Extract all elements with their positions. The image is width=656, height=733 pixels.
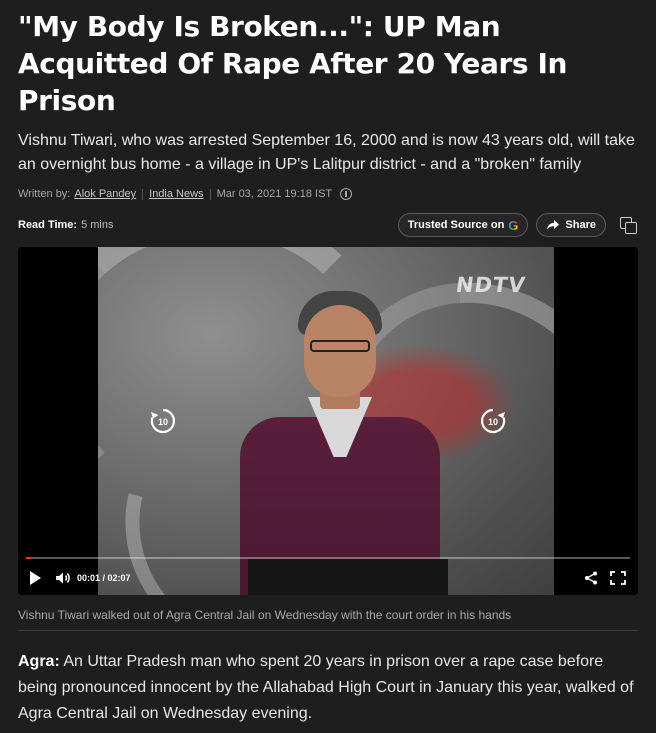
share-icon	[547, 220, 560, 230]
author-link[interactable]: Alok Pandey	[74, 188, 136, 200]
article-meta: Written by: Alok Pandey India News Mar 0…	[18, 186, 638, 202]
play-icon[interactable]	[30, 571, 41, 585]
volume-icon[interactable]	[55, 571, 71, 585]
video-time: 00:01 / 02:07	[77, 573, 131, 583]
dateline: Agra:	[18, 653, 60, 670]
skip-back-icon[interactable]: 10	[149, 407, 177, 435]
article-headline: "My Body Is Broken...": UP Man Acquitted…	[18, 10, 568, 117]
video-progress-bar[interactable]	[26, 557, 630, 559]
video-player[interactable]: NDTV 10 10 00:01 / 02:07	[18, 247, 638, 595]
channel-logo: NDTV	[454, 273, 528, 297]
publish-date: Mar 03, 2021 19:18 IST	[216, 188, 333, 200]
google-icon: G	[508, 217, 519, 233]
meta-divider	[209, 188, 211, 200]
article-page: "My Body Is Broken...": UP Man Acquitted…	[0, 0, 656, 733]
article-summary: Vishnu Tiwari, who was arrested Septembe…	[18, 132, 635, 173]
video-progress-fill	[26, 557, 31, 559]
meta-divider	[142, 188, 144, 200]
article-body-paragraph: Agra: An Uttar Pradesh man who spent 20 …	[18, 649, 638, 727]
written-by-label: Written by:	[18, 188, 71, 200]
video-caption: Vishnu Tiwari walked out of Agra Central…	[18, 608, 638, 631]
copy-link-icon[interactable]	[618, 215, 638, 235]
video-controls: 00:01 / 02:07	[18, 561, 638, 595]
share-video-icon[interactable]	[584, 571, 598, 585]
paragraph-text: An Uttar Pradesh man who spent 20 years …	[18, 653, 634, 722]
trusted-source-label: Trusted Source on	[407, 219, 505, 231]
fullscreen-icon[interactable]	[610, 571, 626, 585]
video-controls-right	[584, 571, 626, 585]
skip-forward-icon[interactable]: 10	[479, 407, 507, 435]
readtime-row: Read Time: 5 mins Trusted Source on G Sha…	[18, 210, 638, 240]
trusted-source-button[interactable]: Trusted Source on G	[397, 213, 529, 237]
article-actions: Trusted Source on G Share	[397, 213, 638, 237]
info-icon[interactable]	[340, 188, 353, 200]
share-button[interactable]: Share	[536, 213, 606, 237]
skip-forward-label: 10	[488, 417, 498, 427]
section-link[interactable]: India News	[149, 188, 203, 200]
read-time-value: 5 mins	[81, 219, 114, 231]
share-label: Share	[565, 219, 596, 231]
read-time: Read Time: 5 mins	[18, 219, 114, 231]
read-time-label: Read Time:	[18, 219, 78, 231]
skip-back-label: 10	[158, 417, 168, 427]
